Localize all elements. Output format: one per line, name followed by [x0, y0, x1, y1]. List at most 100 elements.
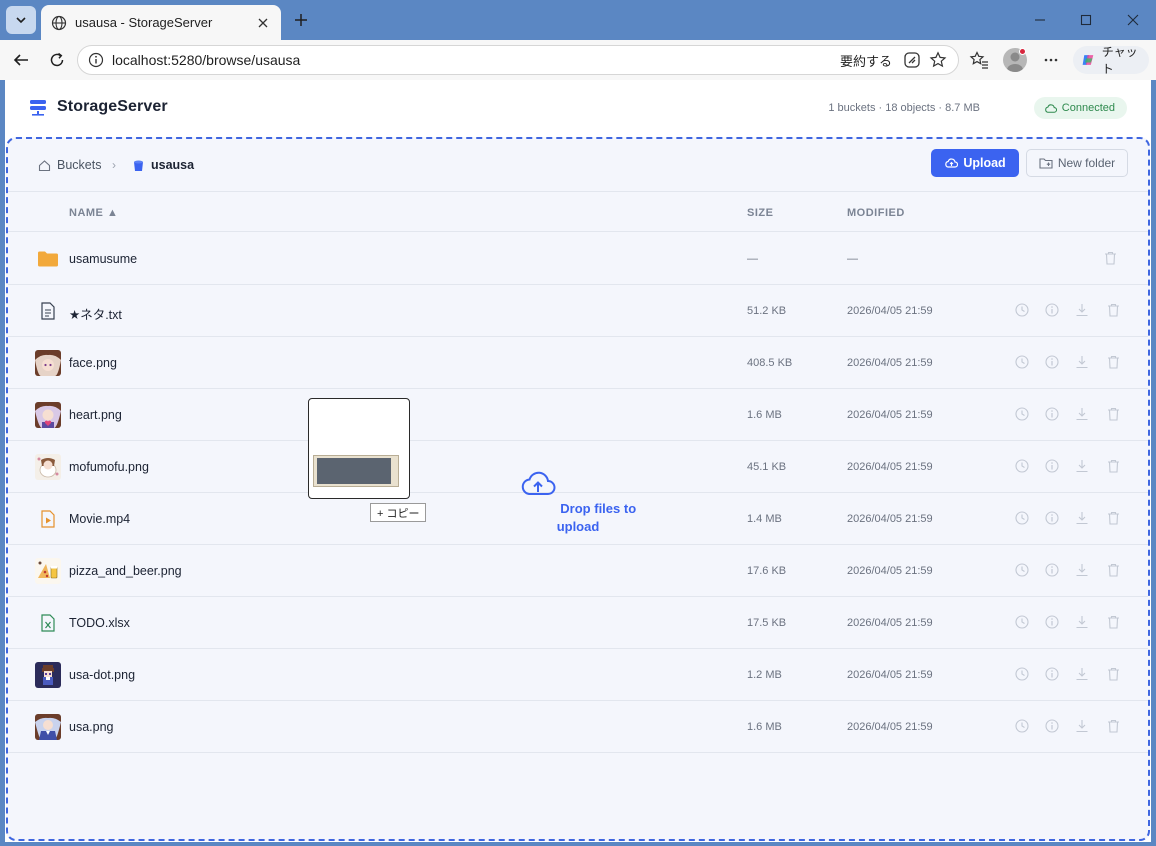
download-icon[interactable]: [1074, 614, 1090, 630]
delete-icon[interactable]: [1105, 666, 1121, 682]
home-icon: [38, 159, 51, 172]
delete-icon[interactable]: [1105, 718, 1121, 734]
file-name[interactable]: usa.png: [69, 720, 113, 734]
info-icon[interactable]: [1044, 614, 1060, 630]
table-row[interactable]: usa-dot.png 1.2 MB 2026/04/05 21:59: [8, 649, 1148, 701]
table-row[interactable]: usa.png 1.6 MB 2026/04/05 21:59: [8, 701, 1148, 753]
table-row[interactable]: TODO.xlsx 17.5 KB 2026/04/05 21:59: [8, 597, 1148, 649]
info-icon[interactable]: [1044, 458, 1060, 474]
favorites-button[interactable]: [968, 49, 990, 71]
file-name[interactable]: heart.png: [69, 408, 122, 422]
download-icon[interactable]: [1074, 458, 1090, 474]
favorite-star-icon[interactable]: [928, 50, 948, 70]
minimize-button[interactable]: [1030, 10, 1050, 30]
history-icon[interactable]: [1014, 562, 1030, 578]
history-icon[interactable]: [1014, 458, 1030, 474]
breadcrumb: Buckets › usausa Upload New folder: [8, 139, 1148, 192]
history-icon[interactable]: [1014, 510, 1030, 526]
info-icon[interactable]: [1044, 562, 1060, 578]
file-name[interactable]: Movie.mp4: [69, 512, 130, 526]
cloud-upload-icon: [944, 156, 959, 170]
download-icon[interactable]: [1074, 406, 1090, 422]
download-icon[interactable]: [1074, 666, 1090, 682]
column-name-header[interactable]: NAME ▲: [69, 207, 118, 219]
file-name[interactable]: ★ネタ.txt: [69, 304, 122, 323]
column-modified-header[interactable]: MODIFIED: [847, 207, 905, 219]
download-icon[interactable]: [1074, 718, 1090, 734]
file-name[interactable]: TODO.xlsx: [69, 616, 130, 630]
close-tab-icon[interactable]: [255, 15, 271, 31]
upload-button[interactable]: Upload: [931, 149, 1019, 177]
delete-icon[interactable]: [1105, 406, 1121, 422]
delete-icon[interactable]: [1105, 510, 1121, 526]
table-row[interactable]: pizza_and_beer.png 17.6 KB 2026/04/05 21…: [8, 545, 1148, 597]
back-button[interactable]: [9, 48, 33, 72]
maximize-button[interactable]: [1076, 10, 1096, 30]
breadcrumb-buckets[interactable]: Buckets: [38, 158, 101, 172]
download-icon[interactable]: [1074, 354, 1090, 370]
text-file-icon: [35, 298, 61, 324]
close-window-button[interactable]: [1123, 10, 1143, 30]
history-icon[interactable]: [1014, 718, 1030, 734]
address-bar[interactable]: localhost:5280/browse/usausa 要約する: [77, 45, 959, 75]
delete-icon[interactable]: [1105, 562, 1121, 578]
new-folder-button[interactable]: New folder: [1026, 149, 1128, 177]
delete-icon[interactable]: [1105, 458, 1121, 474]
info-icon[interactable]: [88, 52, 104, 68]
delete-icon[interactable]: [1105, 354, 1121, 370]
url-text[interactable]: localhost:5280/browse/usausa: [112, 52, 840, 68]
table-row[interactable]: ★ネタ.txt 51.2 KB 2026/04/05 21:59: [8, 285, 1148, 337]
info-icon[interactable]: [1044, 666, 1060, 682]
browser-tab[interactable]: usausa - StorageServer: [41, 5, 281, 40]
table-row[interactable]: face.png 408.5 KB 2026/04/05 21:59: [8, 337, 1148, 389]
file-name[interactable]: usamusume: [69, 252, 137, 266]
history-icon[interactable]: [1014, 406, 1030, 422]
history-icon[interactable]: [1014, 302, 1030, 318]
file-name[interactable]: face.png: [69, 356, 117, 370]
info-icon[interactable]: [1044, 354, 1060, 370]
copilot-chat-button[interactable]: チャット: [1073, 45, 1149, 76]
file-modified: 2026/04/05 21:59: [847, 513, 933, 525]
storage-stats: 1 buckets · 18 objects · 8.7 MB: [828, 102, 980, 114]
download-icon[interactable]: [1074, 510, 1090, 526]
file-name[interactable]: pizza_and_beer.png: [69, 564, 182, 578]
chat-label: チャット: [1101, 45, 1138, 76]
image-thumbnail: [35, 662, 61, 688]
delete-icon[interactable]: [1105, 302, 1121, 318]
summarize-button[interactable]: 要約する: [840, 51, 892, 70]
download-icon[interactable]: [1074, 302, 1090, 318]
drop-zone[interactable]: Buckets › usausa Upload New folder NAME …: [6, 137, 1150, 841]
new-tab-button[interactable]: [290, 9, 312, 31]
reload-button[interactable]: [45, 48, 69, 72]
tab-actions-button[interactable]: [6, 6, 36, 34]
delete-icon[interactable]: [1102, 250, 1118, 266]
table-row[interactable]: usamusume — —: [8, 233, 1148, 285]
file-modified: 2026/04/05 21:59: [847, 617, 933, 629]
info-icon[interactable]: [1044, 510, 1060, 526]
history-icon[interactable]: [1014, 354, 1030, 370]
download-icon[interactable]: [1074, 562, 1090, 578]
file-name[interactable]: mofumofu.png: [69, 460, 149, 474]
file-size: 17.6 KB: [747, 565, 787, 577]
brand[interactable]: StorageServer: [29, 98, 168, 116]
browser-window: usausa - StorageServer localhost:5280/br…: [0, 0, 1156, 846]
upload-label: Upload: [963, 156, 1006, 170]
history-icon[interactable]: [1014, 614, 1030, 630]
file-size: 1.6 MB: [747, 409, 782, 421]
more-menu-button[interactable]: [1040, 49, 1062, 71]
info-icon[interactable]: [1044, 718, 1060, 734]
info-icon[interactable]: [1044, 302, 1060, 318]
column-size-header[interactable]: SIZE: [747, 207, 773, 219]
delete-icon[interactable]: [1105, 614, 1121, 630]
copilot-summarize-icon[interactable]: [902, 50, 922, 70]
brand-name: StorageServer: [57, 98, 168, 115]
cloud-upload-icon: [521, 471, 556, 495]
table-row[interactable]: heart.png 1.6 MB 2026/04/05 21:59: [8, 389, 1148, 441]
image-thumbnail: [35, 558, 61, 584]
history-icon[interactable]: [1014, 666, 1030, 682]
arrow-left-icon: [13, 54, 28, 66]
info-icon[interactable]: [1044, 406, 1060, 422]
breadcrumb-separator: ›: [112, 158, 116, 172]
file-name[interactable]: usa-dot.png: [69, 668, 135, 682]
storage-logo-icon: [30, 100, 46, 116]
